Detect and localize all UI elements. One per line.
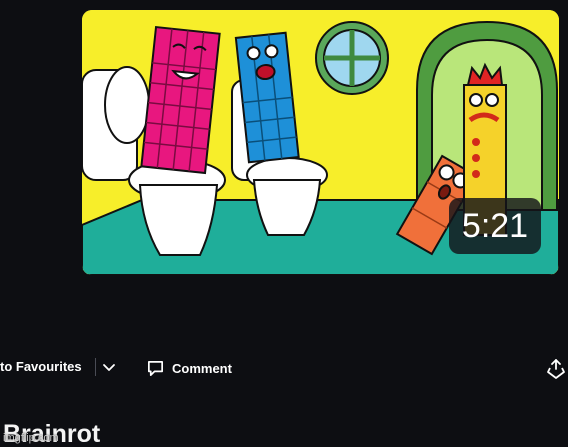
comment-label: Comment <box>172 360 232 376</box>
video-action-bar: to Favourites Comment <box>0 352 568 384</box>
action-divider <box>95 358 96 376</box>
video-thumbnail[interactable]: 5:21 <box>82 10 559 275</box>
comment-icon <box>147 360 164 376</box>
video-duration-badge: 5:21 <box>449 198 541 254</box>
chevron-down-icon[interactable] <box>101 359 117 375</box>
add-to-favourites-button[interactable]: to Favourites <box>0 359 82 374</box>
imgflip-watermark: imgflip.com <box>3 432 59 444</box>
video-page: 5:21 to Favourites Comment Brainrot imgf… <box>0 0 568 447</box>
share-icon[interactable] <box>546 358 566 380</box>
comment-button[interactable]: Comment <box>146 355 232 381</box>
